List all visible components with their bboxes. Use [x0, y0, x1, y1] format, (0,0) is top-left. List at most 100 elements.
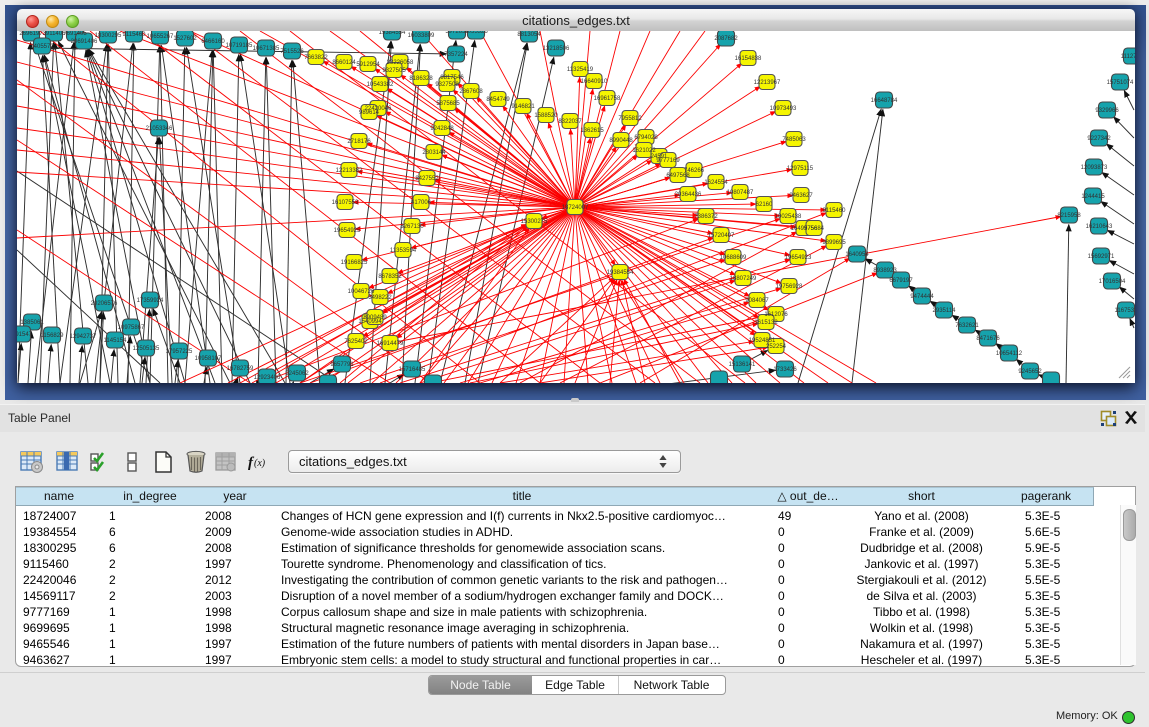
- svg-text:7625402: 7625402: [344, 339, 368, 345]
- svg-text:1733426: 1733426: [773, 367, 797, 373]
- svg-text:8909489: 8909489: [363, 315, 387, 321]
- svg-text:3267130: 3267130: [400, 224, 424, 230]
- svg-text:15300275: 15300275: [521, 219, 548, 225]
- svg-text:1612076: 1612076: [764, 312, 788, 318]
- svg-text:10543382: 10543382: [367, 82, 394, 88]
- svg-text:975684: 975684: [804, 226, 825, 232]
- svg-text:1156829: 1156829: [41, 333, 65, 339]
- svg-text:8678352: 8678352: [378, 274, 402, 280]
- svg-text:15720407: 15720407: [708, 233, 735, 239]
- svg-text:7515526: 7515526: [280, 49, 304, 55]
- svg-text:12213967: 12213967: [754, 80, 781, 86]
- svg-text:16154838: 16154838: [735, 56, 762, 62]
- svg-text:9657791: 9657791: [330, 362, 354, 368]
- svg-text:7386372: 7386372: [694, 214, 718, 220]
- svg-text:6466160: 6466160: [201, 39, 225, 45]
- svg-text:20206576: 20206576: [91, 301, 118, 307]
- svg-text:9242848: 9242848: [430, 126, 454, 132]
- svg-text:1244415: 1244415: [1081, 194, 1105, 200]
- svg-text:16648784: 16648784: [871, 98, 898, 104]
- svg-text:7357224: 7357224: [444, 52, 468, 58]
- svg-text:391547: 391547: [17, 332, 33, 338]
- svg-text:12975115: 12975115: [787, 166, 814, 172]
- svg-text:10719185: 10719185: [226, 43, 253, 49]
- svg-text:9899695: 9899695: [822, 240, 846, 246]
- svg-text:1405572: 1405572: [30, 44, 54, 50]
- svg-text:10025438: 10025438: [775, 214, 802, 220]
- svg-text:19654925: 19654925: [334, 228, 361, 234]
- svg-text:17359924: 17359924: [137, 298, 164, 304]
- svg-text:18724007: 18724007: [562, 205, 589, 211]
- svg-text:62160: 62160: [756, 202, 773, 208]
- svg-text:16914479: 16914479: [377, 341, 404, 347]
- svg-text:16210643: 16210643: [1086, 224, 1113, 230]
- svg-text:7632621: 7632621: [955, 323, 979, 329]
- svg-text:2935114: 2935114: [933, 308, 957, 314]
- svg-text:16782759: 16782759: [227, 366, 254, 372]
- svg-text:8186328: 8186328: [409, 76, 433, 82]
- svg-text:10973493: 10973493: [770, 106, 797, 112]
- svg-text:2803144: 2803144: [422, 150, 446, 156]
- svg-text:1145154: 1145154: [104, 338, 128, 344]
- svg-text:9329966: 9329966: [1095, 108, 1119, 114]
- svg-text:9463627: 9463627: [789, 193, 813, 199]
- svg-text:1527602: 1527602: [173, 36, 197, 42]
- svg-text:12942737: 12942737: [70, 334, 97, 340]
- svg-text:(x): (x): [254, 458, 266, 469]
- svg-text:9245652: 9245652: [1018, 369, 1042, 375]
- svg-text:2867608: 2867608: [459, 89, 483, 95]
- svg-text:1055326: 1055326: [464, 31, 488, 35]
- svg-text:5875685: 5875685: [436, 101, 460, 107]
- svg-text:19756928: 19756928: [776, 284, 803, 290]
- svg-text:9084067: 9084067: [745, 298, 769, 304]
- svg-text:16033809: 16033809: [408, 33, 435, 39]
- svg-text:8938923: 8938923: [873, 268, 897, 274]
- svg-text:9777169: 9777169: [656, 158, 680, 164]
- svg-text:8427552: 8427552: [415, 176, 439, 182]
- svg-text:417006: 417006: [411, 200, 432, 206]
- svg-text:15136141: 15136141: [729, 362, 756, 368]
- svg-text:8990448: 8990448: [609, 138, 633, 144]
- svg-text:6794028: 6794028: [634, 135, 658, 141]
- svg-text:7485063: 7485063: [782, 137, 806, 143]
- svg-text:21053346: 21053346: [146, 126, 173, 132]
- svg-text:1624554: 1624554: [704, 180, 728, 186]
- svg-text:2718176: 2718176: [347, 139, 371, 145]
- svg-text:1588520: 1588520: [534, 113, 558, 119]
- svg-text:1112768: 1112768: [1121, 54, 1135, 60]
- svg-text:11353594: 11353594: [390, 248, 417, 254]
- svg-text:13218506: 13218506: [543, 46, 570, 52]
- svg-text:8322037: 8322037: [558, 119, 582, 125]
- svg-text:10975867: 10975867: [118, 325, 145, 331]
- svg-text:11325419: 11325419: [567, 67, 594, 73]
- svg-text:23226058: 23226058: [387, 60, 414, 66]
- svg-text:18300295: 18300295: [95, 33, 122, 39]
- svg-text:6679197: 6679197: [889, 278, 913, 284]
- svg-text:10807487: 10807487: [727, 190, 754, 196]
- svg-text:10688609: 10688609: [720, 255, 747, 261]
- svg-text:2696197: 2696197: [19, 31, 43, 37]
- svg-text:252254: 252254: [766, 344, 787, 350]
- svg-text:8454749: 8454749: [486, 97, 510, 103]
- svg-text:7663822: 7663822: [304, 55, 328, 61]
- svg-text:10654112: 10654112: [996, 351, 1023, 357]
- svg-text:9146821: 9146821: [511, 104, 535, 110]
- svg-text:6497568: 6497568: [666, 173, 690, 179]
- svg-text:5912954: 5912954: [356, 62, 380, 68]
- svg-text:3498222: 3498222: [368, 295, 392, 301]
- svg-text:7691405: 7691405: [63, 31, 87, 37]
- svg-text:15751074: 15751074: [1107, 80, 1134, 86]
- svg-text:19384554: 19384554: [379, 31, 406, 36]
- svg-text:8471676: 8471676: [976, 336, 1000, 342]
- svg-text:15692971: 15692971: [1088, 254, 1115, 260]
- svg-text:20691406: 20691406: [71, 39, 98, 45]
- svg-text:9227342: 9227342: [1087, 136, 1111, 142]
- svg-text:1385061: 1385061: [20, 320, 44, 326]
- svg-text:8813054: 8813054: [517, 32, 541, 38]
- svg-text:12923406: 12923406: [254, 375, 281, 381]
- svg-text:9474444: 9474444: [910, 294, 934, 300]
- svg-text:17957225: 17957225: [166, 349, 193, 355]
- svg-text:1362615: 1362615: [580, 128, 604, 134]
- svg-text:19166825: 19166825: [341, 260, 368, 266]
- svg-text:16640910: 16640910: [581, 79, 608, 85]
